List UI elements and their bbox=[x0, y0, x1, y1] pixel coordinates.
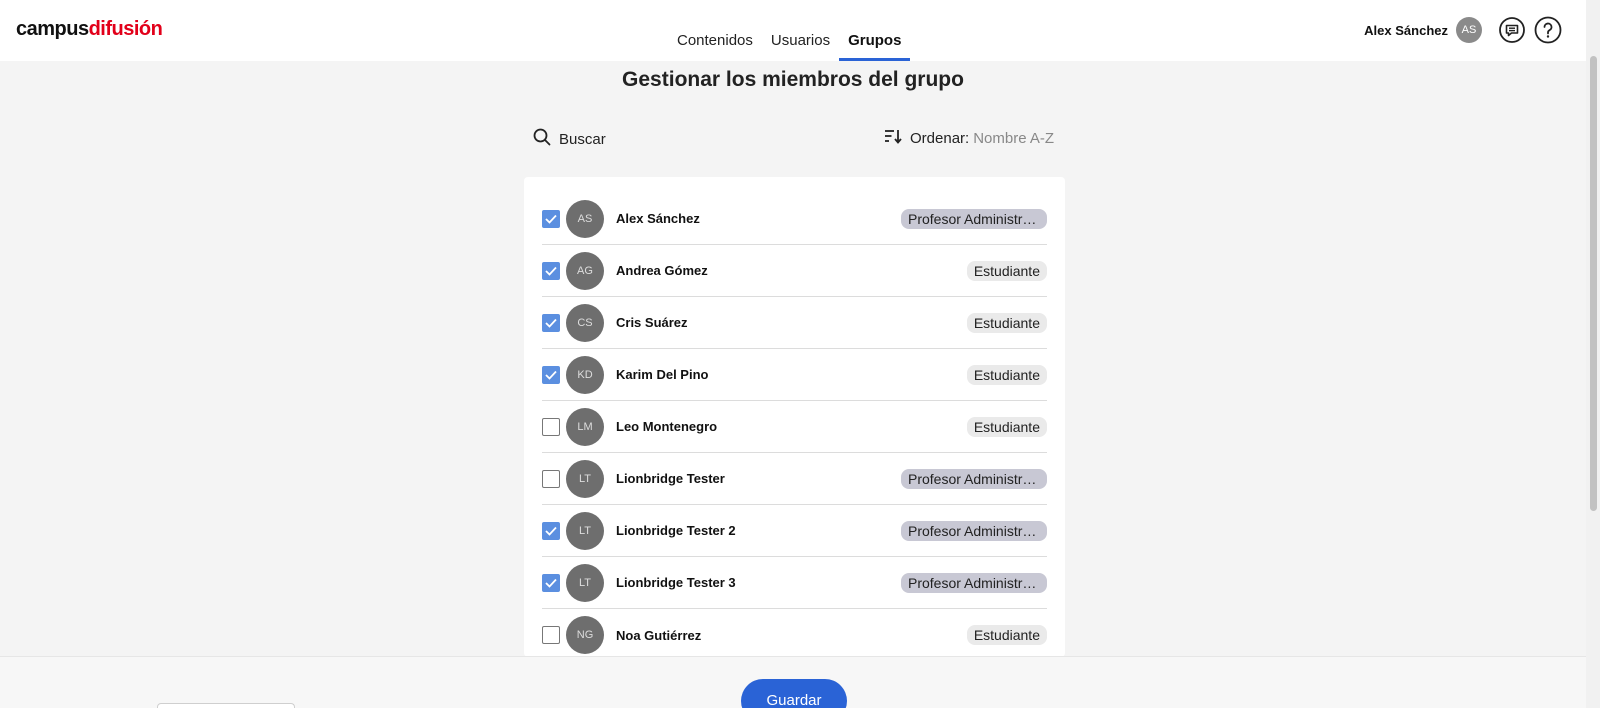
role-badge: Estudiante bbox=[966, 416, 1047, 437]
sort-value: Nombre A-Z bbox=[973, 129, 1055, 147]
member-row[interactable]: LT Lionbridge Tester 2 Profesor Administ… bbox=[542, 505, 1047, 557]
avatar: AS bbox=[566, 199, 604, 238]
member-row[interactable]: KD Karim Del Pino Estudiante bbox=[542, 349, 1047, 401]
logo-text-campus: campus bbox=[16, 18, 89, 40]
member-checkbox[interactable] bbox=[542, 469, 560, 488]
scrollbar-thumb[interactable] bbox=[1590, 56, 1597, 511]
save-button[interactable]: Guardar bbox=[741, 679, 847, 708]
logo[interactable]: campusdifusión bbox=[16, 18, 163, 41]
sort-icon bbox=[884, 128, 902, 148]
member-row[interactable]: AS Alex Sánchez Profesor Administrador bbox=[542, 193, 1047, 245]
member-name: Lionbridge Tester bbox=[616, 471, 725, 486]
avatar: LT bbox=[566, 459, 604, 498]
search-icon bbox=[533, 128, 551, 151]
search-input[interactable]: Buscar bbox=[533, 128, 606, 151]
member-name: Leo Montenegro bbox=[616, 419, 718, 434]
top-bar: campusdifusión Contenidos Usuarios Grupo… bbox=[0, 0, 1586, 61]
member-row[interactable]: NG Noa Gutiérrez Estudiante bbox=[542, 609, 1047, 657]
avatar: AG bbox=[566, 251, 604, 290]
page-title: Gestionar los miembros del grupo bbox=[622, 68, 964, 91]
member-name: Andrea Gómez bbox=[616, 263, 708, 278]
member-row[interactable]: LT Lionbridge Tester Profesor Administra… bbox=[542, 453, 1047, 505]
role-badge: Estudiante bbox=[966, 260, 1047, 281]
nav-tab-contenidos[interactable]: Contenidos bbox=[668, 0, 762, 61]
avatar: LT bbox=[566, 511, 604, 550]
member-name: Noa Gutiérrez bbox=[616, 627, 702, 643]
nav-tab-grupos[interactable]: Grupos bbox=[839, 0, 911, 61]
role-badge: Estudiante bbox=[966, 312, 1047, 333]
role-badge: Estudiante bbox=[966, 625, 1047, 645]
avatar: NG bbox=[566, 616, 604, 654]
user-area: Alex Sánchez AS bbox=[1364, 16, 1562, 44]
avatar: KD bbox=[566, 355, 604, 394]
user-name[interactable]: Alex Sánchez bbox=[1364, 23, 1448, 38]
page-scrollbar[interactable] bbox=[1586, 0, 1600, 708]
footer-secondary-control[interactable] bbox=[157, 703, 295, 708]
nav-tab-usuarios[interactable]: Usuarios bbox=[762, 0, 839, 61]
member-name: Karim Del Pino bbox=[616, 367, 709, 382]
search-label: Buscar bbox=[559, 131, 606, 148]
messages-icon[interactable] bbox=[1498, 16, 1526, 44]
avatar: LM bbox=[566, 407, 604, 446]
member-name: Lionbridge Tester 2 bbox=[616, 523, 736, 538]
user-avatar[interactable]: AS bbox=[1456, 17, 1482, 43]
member-checkbox[interactable] bbox=[542, 626, 560, 644]
logo-text-difusion: difusión bbox=[88, 18, 163, 40]
sort-label: Ordenar: bbox=[910, 129, 970, 147]
member-checkbox[interactable] bbox=[542, 573, 560, 592]
role-badge: Profesor Administrador bbox=[901, 520, 1047, 541]
help-icon[interactable] bbox=[1534, 16, 1562, 44]
role-badge: Profesor Administrador bbox=[901, 208, 1047, 229]
member-checkbox[interactable] bbox=[542, 209, 560, 228]
member-checkbox[interactable] bbox=[542, 417, 560, 436]
member-name: Alex Sánchez bbox=[616, 211, 700, 226]
member-row[interactable]: LT Lionbridge Tester 3 Profesor Administ… bbox=[542, 557, 1047, 609]
main-nav: Contenidos Usuarios Grupos bbox=[668, 0, 911, 61]
member-row[interactable]: CS Cris Suárez Estudiante bbox=[542, 297, 1047, 349]
role-badge: Profesor Administrador bbox=[901, 572, 1047, 593]
member-row[interactable]: AG Andrea Gómez Estudiante bbox=[542, 245, 1047, 297]
member-row[interactable]: LM Leo Montenegro Estudiante bbox=[542, 401, 1047, 453]
role-badge: Profesor Administrador bbox=[901, 468, 1047, 489]
member-checkbox[interactable] bbox=[542, 365, 560, 384]
role-badge: Estudiante bbox=[966, 364, 1047, 385]
member-checkbox[interactable] bbox=[542, 521, 560, 540]
members-list: AS Alex Sánchez Profesor Administrador A… bbox=[524, 177, 1065, 657]
member-checkbox[interactable] bbox=[542, 261, 560, 280]
sort-control[interactable]: Ordenar: Nombre A-Z bbox=[884, 128, 1054, 148]
member-name: Lionbridge Tester 3 bbox=[616, 575, 736, 590]
avatar: CS bbox=[566, 303, 604, 342]
avatar: LT bbox=[566, 563, 604, 602]
member-checkbox[interactable] bbox=[542, 313, 560, 332]
member-name: Cris Suárez bbox=[616, 315, 688, 330]
